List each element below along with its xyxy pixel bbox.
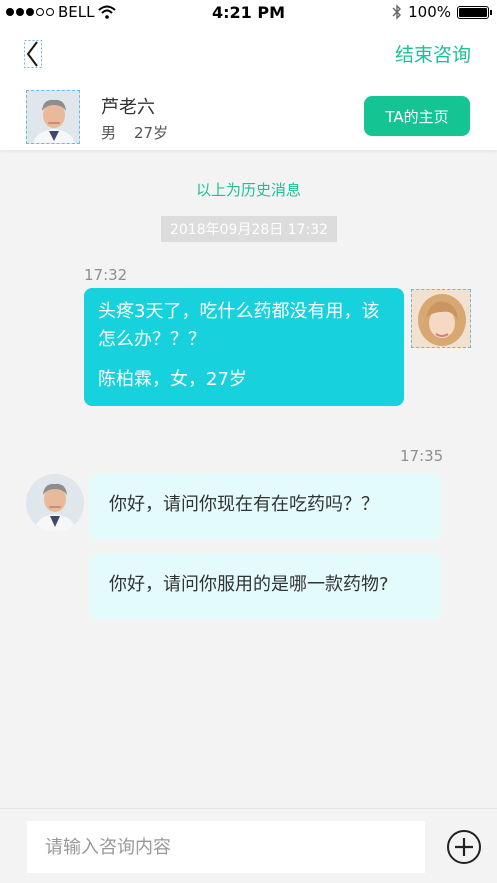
incoming-message[interactable]: 你好，请问你服用的是哪一款药物?: [89, 553, 441, 619]
bluetooth-icon: [392, 4, 402, 20]
battery-label: 100%: [408, 3, 451, 21]
battery-icon: [457, 5, 492, 19]
history-label[interactable]: 以上为历史消息: [0, 179, 497, 200]
add-icon[interactable]: [446, 829, 482, 865]
doctor-header: 芦老六 男 27岁 TA的主页: [0, 84, 497, 150]
doctor-gender: 男: [101, 124, 117, 142]
doctor-info: 男 27岁: [101, 122, 168, 143]
outgoing-message[interactable]: 头疼3天了，吃什么药都没有用，该怎么办？？？ 陈柏霖，女，27岁: [84, 288, 404, 406]
message-text: 头疼3天了，吃什么药都没有用，该怎么办？？？: [98, 301, 380, 350]
doctor-name: 芦老六: [101, 97, 155, 118]
consultation-input[interactable]: [27, 821, 425, 873]
user-avatar[interactable]: [411, 289, 471, 348]
doctor-chat-avatar[interactable]: [26, 474, 84, 532]
status-right: 100%: [392, 3, 492, 21]
doctor-homepage-button[interactable]: TA的主页: [364, 96, 470, 136]
doctor-avatar[interactable]: [26, 90, 80, 144]
end-consultation-button[interactable]: 结束咨询: [395, 40, 471, 67]
incoming-message[interactable]: 你好，请问你现在有在吃药吗？？: [89, 473, 441, 539]
nav-bar: 结束咨询: [0, 24, 497, 84]
message-time: 17:32: [84, 266, 128, 284]
status-bar: BELL 4:21 PM 100%: [0, 0, 497, 24]
input-bar: [0, 808, 497, 883]
doctor-age: 27岁: [134, 124, 169, 142]
date-chip: 2018年09月28日 17:32: [161, 216, 337, 242]
back-icon[interactable]: [24, 40, 42, 68]
message-time: 17:35: [400, 447, 444, 465]
message-patient-info: 陈柏霖，女，27岁: [98, 369, 247, 390]
